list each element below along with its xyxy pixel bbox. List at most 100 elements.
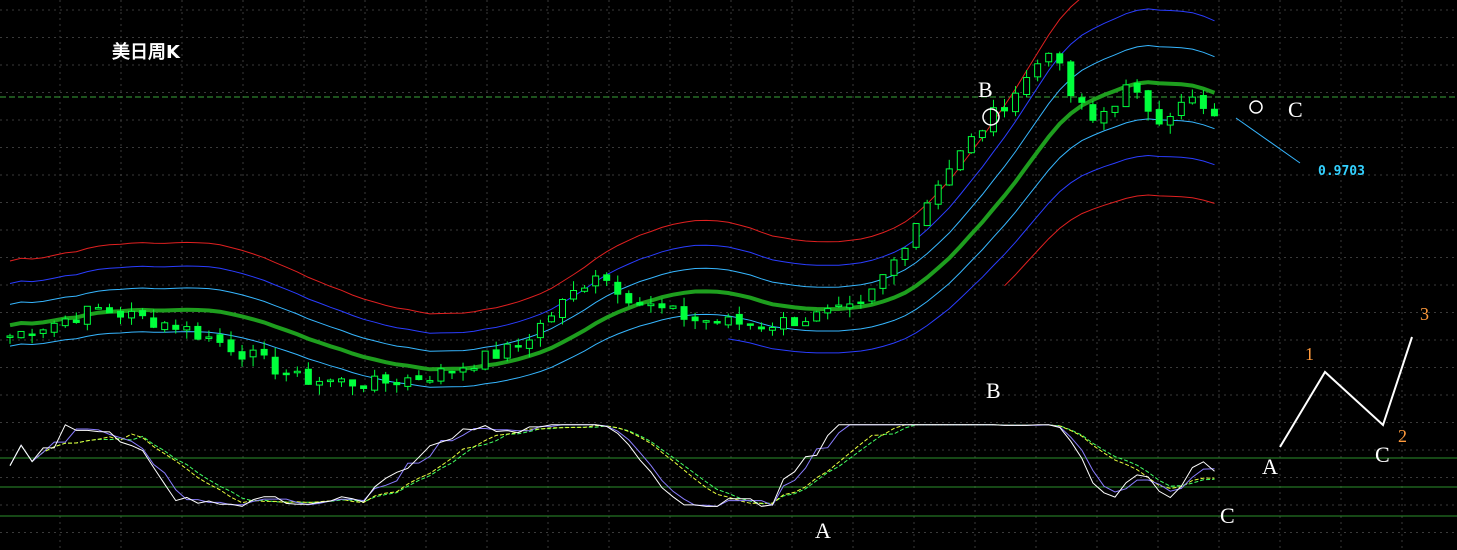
candle-body — [61, 318, 69, 327]
osc-line-k — [9, 424, 1215, 507]
candle-body — [39, 329, 47, 334]
candle-body — [846, 303, 854, 309]
wave-label-3: 3 — [1420, 304, 1429, 324]
candle-body — [868, 288, 876, 302]
candle-body — [780, 317, 787, 330]
candle-body — [824, 308, 832, 314]
candle-body — [1100, 110, 1108, 124]
candle-body — [978, 130, 986, 139]
candle-body — [967, 136, 975, 154]
candle-body — [934, 184, 942, 205]
label-b-bottom: B — [986, 378, 1001, 403]
candle-body — [128, 310, 136, 319]
candle-body — [194, 325, 202, 340]
chart-grid — [0, 0, 1457, 550]
candle-body — [338, 378, 345, 383]
candle-body — [459, 367, 467, 373]
candle-body — [757, 326, 765, 330]
candle-body — [492, 349, 500, 359]
candle-body — [1111, 105, 1119, 113]
candle-body — [669, 305, 677, 309]
candle-body — [315, 380, 323, 386]
candle-body — [139, 310, 147, 317]
marker-circle-c — [1249, 100, 1263, 114]
wave-label-2: 2 — [1398, 426, 1407, 446]
candle-body — [481, 350, 489, 370]
candle-body — [349, 379, 357, 387]
candle-body — [293, 370, 301, 374]
candle-body — [94, 307, 102, 310]
candle-body — [326, 379, 334, 383]
candle-body — [448, 370, 456, 374]
candle-body — [1188, 96, 1196, 104]
candle-body — [857, 301, 865, 305]
candle-body — [404, 377, 412, 387]
wave-label-1: 1 — [1305, 344, 1314, 364]
candle-body — [426, 380, 434, 383]
candle-body — [304, 368, 312, 385]
chart-canvas: 美日周K 0.9703 B C B A C A 1 2 3 C — [0, 0, 1457, 550]
candle-body — [271, 356, 279, 375]
candle-body — [724, 316, 732, 326]
candle-body — [791, 317, 799, 327]
candle-body — [161, 322, 169, 331]
candle-body — [901, 247, 909, 260]
candle-body — [6, 335, 14, 338]
candle-body — [1001, 107, 1008, 112]
candle-body — [879, 274, 887, 289]
candle-body — [746, 323, 754, 326]
candle-body — [117, 310, 124, 318]
candle-body — [547, 315, 555, 323]
candle-body — [172, 324, 180, 330]
projection-line — [1235, 117, 1301, 164]
candle-body — [945, 168, 953, 186]
wave-label-a: A — [1262, 454, 1278, 479]
band-middle-lower — [728, 154, 1215, 354]
candle-body — [216, 334, 224, 343]
candle-body — [1210, 108, 1218, 117]
price-label: 0.9703 — [1318, 164, 1365, 179]
candle-body — [735, 313, 743, 325]
candle-body — [17, 330, 25, 339]
candle-body — [282, 372, 290, 376]
candle-body — [592, 275, 600, 287]
candle-body — [890, 259, 898, 276]
candle-body — [382, 374, 390, 384]
candle-body — [614, 281, 622, 295]
candle-body — [713, 321, 721, 324]
candle-body — [83, 305, 91, 325]
candle-body — [956, 150, 964, 171]
candle-body — [835, 304, 843, 308]
candle-body — [1155, 109, 1163, 125]
candle-body — [28, 333, 36, 337]
candle-body — [1056, 53, 1064, 64]
candle-body — [1045, 52, 1053, 63]
candle-body — [1067, 61, 1075, 97]
wave-diagram-line — [1279, 336, 1413, 448]
candle-body — [1199, 95, 1207, 109]
candle-body — [150, 317, 158, 328]
candle-body — [238, 351, 246, 360]
candle-body — [1012, 92, 1020, 113]
candle-body — [636, 302, 644, 306]
candle-body — [50, 322, 58, 333]
candle-body — [581, 287, 589, 292]
candle-body — [393, 382, 401, 386]
label-c-oscillator: C — [1220, 503, 1235, 528]
candle-body — [260, 348, 268, 356]
label-a-oscillator: A — [815, 518, 831, 543]
candle-body — [570, 290, 578, 300]
oscillator-panel — [0, 424, 1457, 517]
candle-body — [1122, 84, 1130, 108]
candle-body — [183, 326, 191, 331]
annotations — [982, 100, 1413, 448]
candle-body — [802, 321, 810, 327]
candle-body — [1144, 90, 1152, 112]
label-c-right: C — [1288, 97, 1303, 122]
candle-body — [470, 368, 478, 371]
osc-line-d — [9, 424, 1215, 507]
candle-body — [360, 385, 368, 389]
candle-body — [768, 327, 776, 331]
candle-body — [536, 322, 544, 339]
candle-body — [559, 299, 566, 318]
